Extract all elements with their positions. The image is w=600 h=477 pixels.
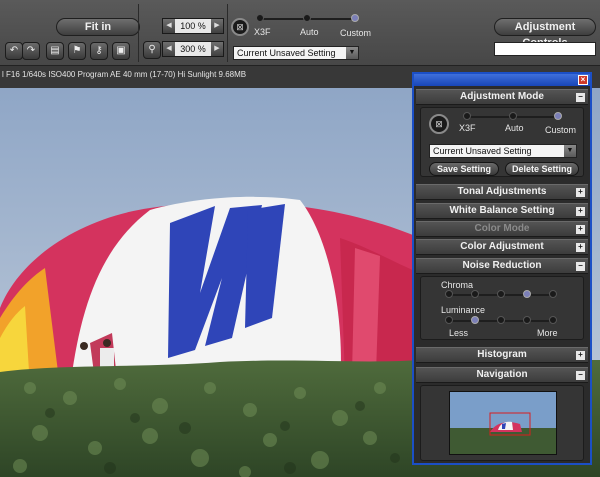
- chevron-down-icon[interactable]: ▼: [346, 47, 358, 59]
- panel-mode-label-custom: Custom: [545, 125, 577, 135]
- collapse-icon[interactable]: −: [576, 93, 585, 102]
- section-title: Noise Reduction: [462, 260, 542, 271]
- collapse-icon[interactable]: −: [576, 371, 585, 380]
- section-title: Adjustment Mode: [460, 91, 544, 102]
- zoom-decrease-icon[interactable]: ◀: [163, 19, 175, 33]
- section-title: Navigation: [476, 369, 528, 380]
- mode-label-custom: Custom: [340, 28, 372, 38]
- expand-icon[interactable]: +: [576, 243, 585, 252]
- toolbar-divider: [227, 4, 228, 62]
- panel-mode-knob-x3f[interactable]: [463, 112, 471, 120]
- luminance-knob-step-1[interactable]: [445, 316, 453, 324]
- x3f-icon[interactable]: ⊠: [429, 114, 449, 134]
- panel-mode-knob-custom[interactable]: [554, 112, 562, 120]
- delete-setting-button[interactable]: Delete Setting: [505, 162, 579, 176]
- panel-titlebar[interactable]: ×: [414, 74, 590, 86]
- mode-knob-auto[interactable]: [303, 14, 311, 22]
- section-title: Color Mode: [474, 223, 530, 234]
- navigation-thumbnail[interactable]: [449, 391, 557, 455]
- toolbar-divider: [138, 4, 139, 62]
- toolbar: Fit in ↶ ↷ ▤ ⚑ ⚷ ▣ ⚲ ◀ 100 % ▶ ◀ 300 % ▶…: [0, 0, 600, 66]
- rotate-left-icon[interactable]: ↶: [5, 42, 23, 60]
- zoom2-value[interactable]: 300 %: [175, 42, 211, 56]
- chroma-label: Chroma: [441, 280, 474, 290]
- adjustment-mode-box: ⊠ X3F Auto Custom Current Unsaved Settin…: [420, 107, 584, 177]
- mode-setting-select[interactable]: Current Unsaved Setting ▼: [233, 46, 359, 60]
- key-icon[interactable]: ⚷: [90, 42, 108, 60]
- navigation-thumbnail-image: [450, 392, 556, 454]
- flag-icon[interactable]: ⚑: [68, 42, 86, 60]
- luminance-knob-step-5[interactable]: [549, 316, 557, 324]
- luminance-knob-step-4[interactable]: [523, 316, 531, 324]
- mode-knob-custom[interactable]: [351, 14, 359, 22]
- panel-setting-select[interactable]: Current Unsaved Setting ▼: [429, 144, 577, 158]
- rotate-right-icon[interactable]: ↷: [22, 42, 40, 60]
- expand-icon[interactable]: +: [576, 225, 585, 234]
- section-tonal-adjustments[interactable]: Tonal Adjustments +: [416, 184, 588, 200]
- zoom2-stepper[interactable]: ◀ 300 % ▶: [162, 41, 224, 57]
- zoom-stepper[interactable]: ◀ 100 % ▶: [162, 18, 224, 34]
- mode-setting-value: Current Unsaved Setting: [237, 48, 336, 58]
- save-setting-button[interactable]: Save Setting: [429, 162, 499, 176]
- mode-label-auto: Auto: [300, 27, 319, 37]
- less-label: Less: [449, 328, 469, 338]
- x3f-icon[interactable]: ⊠: [231, 18, 249, 36]
- zoom-increase-icon[interactable]: ▶: [211, 19, 223, 33]
- magnifier-icon[interactable]: ⚲: [143, 41, 161, 59]
- lock-icon[interactable]: ▣: [112, 42, 130, 60]
- expand-icon[interactable]: +: [576, 188, 585, 197]
- section-noise-reduction[interactable]: Noise Reduction −: [416, 258, 588, 274]
- section-title: Color Adjustment: [460, 241, 544, 252]
- luminance-knob-step-2[interactable]: [471, 316, 479, 324]
- mode-label-x3f: X3F: [254, 27, 271, 37]
- section-title: Histogram: [477, 349, 527, 360]
- navigation-box: [420, 385, 584, 461]
- close-icon[interactable]: ×: [578, 75, 588, 85]
- chroma-knob-step-5[interactable]: [549, 290, 557, 298]
- luminance-knob-step-3[interactable]: [497, 316, 505, 324]
- panel-mode-label-auto: Auto: [505, 123, 524, 133]
- chroma-knob-step-2[interactable]: [471, 290, 479, 298]
- panel-mode-knob-auto[interactable]: [509, 112, 517, 120]
- fit-in-button[interactable]: Fit in: [56, 18, 140, 36]
- collapse-icon[interactable]: −: [576, 262, 585, 271]
- section-navigation[interactable]: Navigation −: [416, 367, 588, 383]
- expand-icon[interactable]: +: [576, 351, 585, 360]
- section-title: Tonal Adjustments: [457, 186, 547, 197]
- section-white-balance[interactable]: White Balance Setting +: [416, 203, 588, 219]
- chroma-knob-step-3[interactable]: [497, 290, 505, 298]
- section-histogram[interactable]: Histogram +: [416, 347, 588, 363]
- zoom2-decrease-icon[interactable]: ◀: [163, 42, 175, 56]
- chroma-knob-step-1[interactable]: [445, 290, 453, 298]
- more-label: More: [537, 328, 558, 338]
- section-color-adjustment[interactable]: Color Adjustment +: [416, 239, 588, 255]
- section-title: White Balance Setting: [449, 205, 555, 216]
- search-input[interactable]: [494, 42, 596, 56]
- panel-setting-value: Current Unsaved Setting: [433, 146, 532, 156]
- noise-reduction-box: Chroma Luminance Less More: [420, 276, 584, 340]
- panel-mode-label-x3f: X3F: [459, 123, 476, 133]
- expand-icon[interactable]: +: [576, 207, 585, 216]
- section-adjustment-mode[interactable]: Adjustment Mode −: [416, 89, 588, 105]
- adjustment-panel: × Adjustment Mode − ⊠ X3F Auto Custom Cu…: [412, 72, 592, 465]
- print-icon[interactable]: ▤: [46, 42, 64, 60]
- chroma-knob-step-4[interactable]: [523, 290, 531, 298]
- app-window: Fit in ↶ ↷ ▤ ⚑ ⚷ ▣ ⚲ ◀ 100 % ▶ ◀ 300 % ▶…: [0, 0, 600, 477]
- adjustment-controls-button[interactable]: Adjustment Controls: [494, 18, 596, 49]
- zoom2-increase-icon[interactable]: ▶: [211, 42, 223, 56]
- section-color-mode[interactable]: Color Mode +: [416, 221, 588, 237]
- luminance-label: Luminance: [441, 305, 486, 315]
- chevron-down-icon[interactable]: ▼: [564, 145, 576, 157]
- zoom-value[interactable]: 100 %: [175, 19, 211, 33]
- mode-knob-x3f[interactable]: [256, 14, 264, 22]
